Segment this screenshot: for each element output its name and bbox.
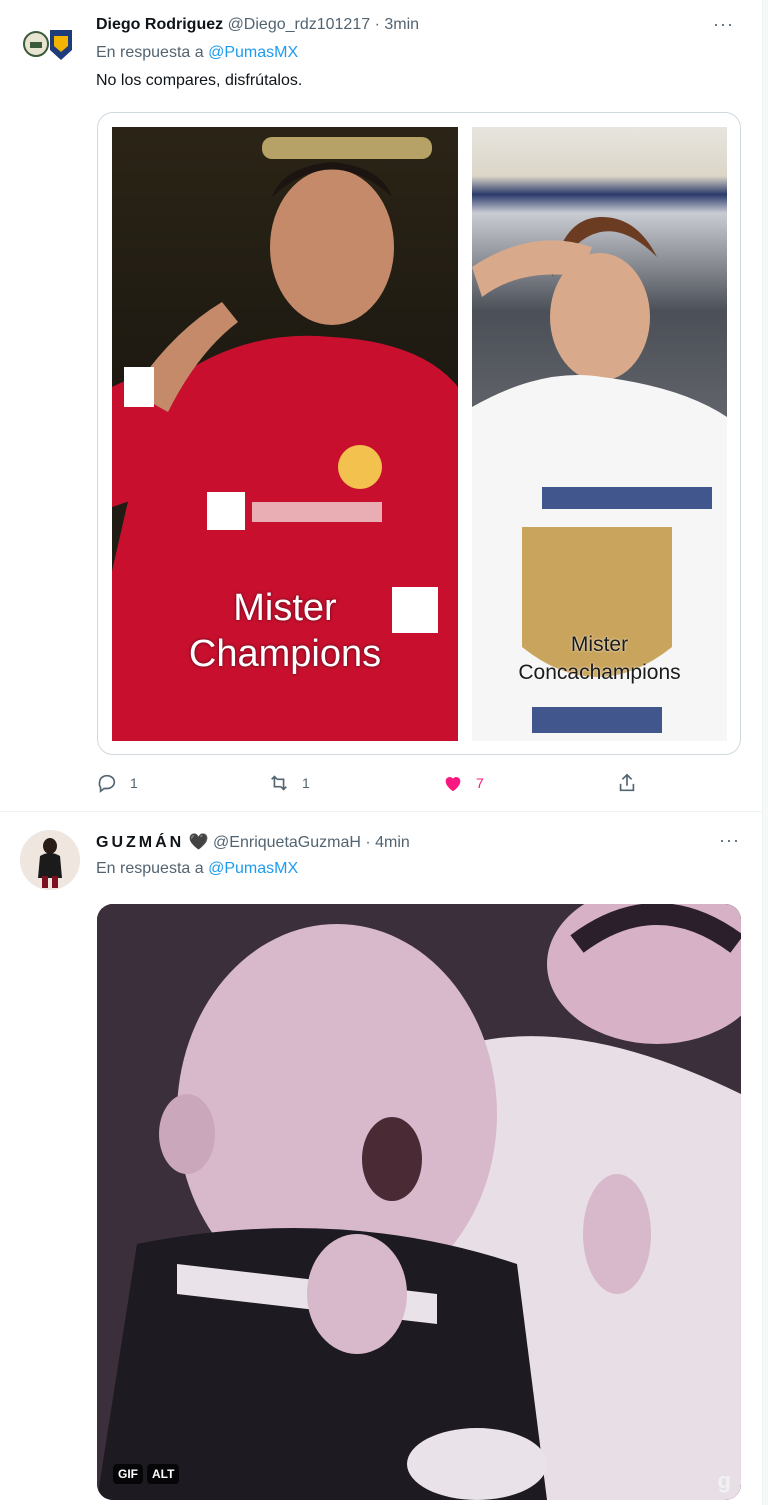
handle[interactable]: @EnriquetaGuzmaH (213, 834, 361, 851)
timestamp[interactable]: 4min (375, 834, 410, 851)
tweet-diego-rodriguez[interactable]: Diego Rodriguez @Diego_rdz101217 · 3min … (0, 0, 762, 812)
reply-context: En respuesta a @PumasMX (96, 44, 298, 62)
reply-mention-link[interactable]: @PumasMX (208, 44, 298, 61)
tweet-media[interactable]: Mister Champions Mister Concachampions (97, 112, 741, 755)
like-icon (445, 777, 461, 792)
tweet-header: GUZMÁN 🖤 @EnriquetaGuzmaH · 4min (96, 832, 410, 852)
reply-count: 1 (130, 775, 138, 791)
caption-mister-champions: Mister Champions (112, 585, 458, 677)
alt-text-button[interactable]: ALT (147, 1464, 180, 1484)
retweet-button[interactable]: 1 (268, 772, 310, 794)
tweet-text: No los compares, disfrútalos. (96, 72, 303, 89)
caption-mister-concachampions: Mister Concachampions (472, 631, 727, 687)
caption-line: Champions (188, 633, 382, 675)
giphy-watermark: g (717, 1468, 731, 1493)
more-icon[interactable]: ··· (719, 830, 740, 851)
timestamp[interactable]: 3min (384, 16, 419, 33)
reply-mention-link[interactable]: @PumasMX (208, 860, 298, 877)
photo-red-jersey-player: Mister Champions (112, 127, 458, 741)
caption-line: Mister (233, 587, 337, 629)
gif-badges: GIF ALT (113, 1464, 180, 1484)
tweet-actions: 1 1 7 (96, 772, 656, 800)
share-icon (619, 773, 635, 792)
team-badges-avatar-icon (23, 30, 72, 60)
photo-white-jersey-player: Mister Concachampions (472, 127, 727, 741)
tweet-gif[interactable]: GIF ALT g (97, 904, 741, 1500)
gif-badge: GIF (113, 1464, 143, 1484)
gif-baby-cheering (97, 904, 741, 1500)
display-name[interactable]: Diego Rodriguez (96, 16, 223, 33)
reply-button[interactable]: 1 (96, 772, 138, 794)
handle[interactable]: @Diego_rdz101217 (228, 16, 371, 33)
reply-context: En respuesta a @PumasMX (96, 860, 298, 878)
tweet-header: Diego Rodriguez @Diego_rdz101217 · 3min (96, 16, 419, 34)
avatar[interactable] (20, 14, 80, 74)
like-button[interactable]: 7 (442, 772, 484, 794)
retweet-icon (271, 775, 287, 791)
separator: · (365, 834, 371, 851)
retweet-count: 1 (302, 775, 310, 791)
like-count: 7 (476, 775, 484, 791)
timeline-right-border (762, 0, 768, 1505)
person-avatar-icon (20, 830, 80, 890)
heart-emoji: 🖤 (188, 834, 209, 851)
share-button[interactable] (616, 772, 638, 794)
reply-prefix: En respuesta a (96, 860, 204, 877)
reply-icon (98, 774, 116, 793)
caption-line: Concachampions (518, 661, 681, 684)
display-name[interactable]: GUZMÁN (96, 834, 184, 851)
reply-prefix: En respuesta a (96, 44, 204, 61)
avatar[interactable] (20, 830, 80, 890)
separator: · (374, 16, 380, 33)
more-icon[interactable]: ··· (713, 14, 734, 35)
caption-line: Mister (570, 633, 629, 656)
